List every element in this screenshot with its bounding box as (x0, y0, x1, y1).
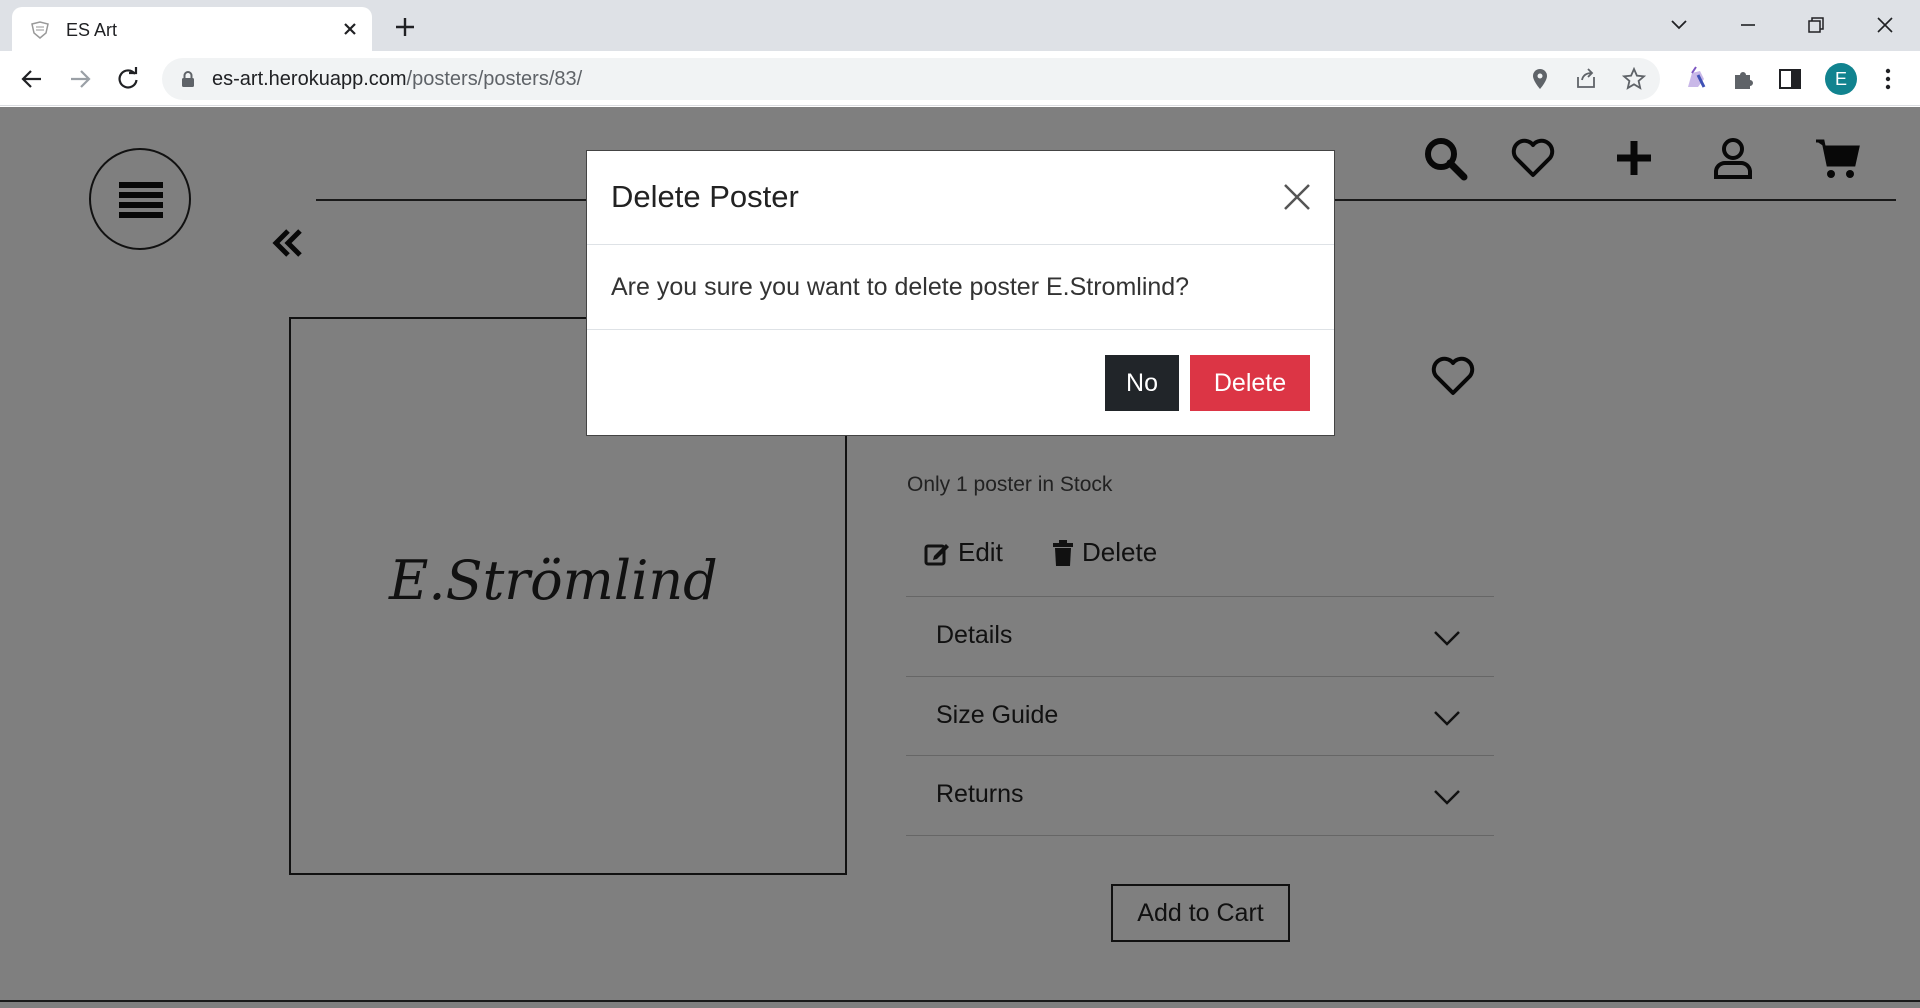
url-path: /posters/posters/83/ (406, 68, 583, 90)
close-icon[interactable] (1281, 181, 1313, 213)
window-close-icon[interactable] (1870, 10, 1900, 40)
favicon-icon (31, 21, 49, 39)
side-panel-icon[interactable] (1776, 65, 1804, 93)
reload-icon[interactable] (114, 65, 142, 93)
unicorn-extension-icon[interactable] (1682, 65, 1710, 93)
tab-search-icon[interactable] (1664, 10, 1694, 40)
url-text[interactable]: es-art.herokuapp.com/posters/posters/83/ (212, 68, 582, 91)
extensions-puzzle-icon[interactable] (1730, 65, 1758, 93)
new-tab-icon[interactable] (390, 12, 420, 42)
kebab-menu-icon[interactable] (1874, 65, 1902, 93)
browser-toolbar: es-art.herokuapp.com/posters/posters/83/… (0, 51, 1920, 106)
no-button[interactable]: No (1105, 355, 1179, 411)
back-arrow-icon[interactable] (18, 65, 46, 93)
tab-title: ES Art (66, 20, 118, 40)
delete-poster-modal: Delete Poster Are you sure you want to d… (586, 150, 1335, 436)
share-icon[interactable] (1574, 67, 1598, 91)
tab-close-icon[interactable] (338, 17, 362, 41)
browser-tab-strip: ES Art (0, 0, 1920, 51)
modal-message: Are you sure you want to delete poster E… (611, 273, 1190, 301)
bookmark-star-icon[interactable] (1622, 67, 1646, 91)
modal-footer-divider (587, 329, 1334, 330)
modal-header: Delete Poster (587, 151, 1334, 245)
profile-avatar[interactable]: E (1825, 63, 1857, 95)
confirm-delete-button[interactable]: Delete (1190, 355, 1310, 411)
url-domain: es-art.herokuapp.com (212, 68, 407, 90)
location-pin-icon[interactable] (1528, 67, 1552, 91)
minimize-icon[interactable] (1733, 10, 1763, 40)
modal-title: Delete Poster (611, 179, 799, 214)
browser-tab[interactable]: ES Art (12, 7, 372, 51)
lock-icon[interactable] (180, 70, 196, 88)
address-bar[interactable]: es-art.herokuapp.com/posters/posters/83/ (162, 58, 1660, 100)
forward-arrow-icon[interactable] (66, 65, 94, 93)
restore-icon[interactable] (1801, 10, 1831, 40)
